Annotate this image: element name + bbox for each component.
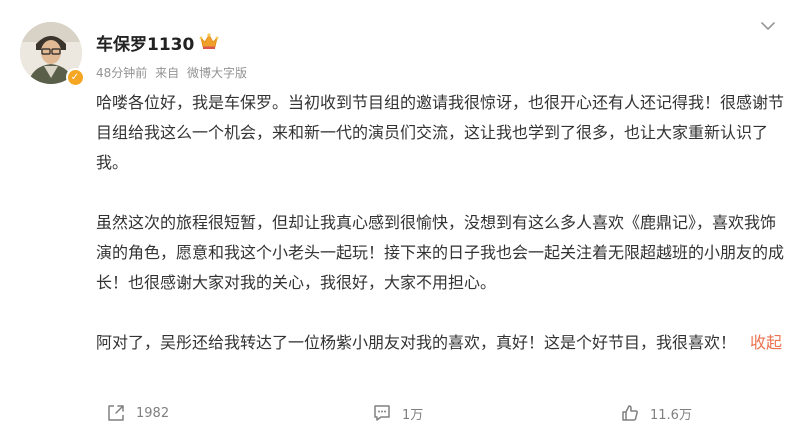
crown-icon[interactable] bbox=[199, 32, 219, 50]
post-time[interactable]: 48分钟前 bbox=[96, 66, 147, 80]
post-paragraph-2: 虽然这次的旅程很短暂，但却让我真心感到很愉快，没想到有这么多人喜欢《鹿鼎记》，喜… bbox=[96, 213, 785, 292]
post-meta: 48分钟前 来自 微博大字版 bbox=[96, 64, 251, 81]
collapse-link[interactable]: 收起 bbox=[750, 333, 782, 352]
username[interactable]: 车保罗1130 bbox=[96, 30, 194, 55]
repost-count: 1982 bbox=[136, 405, 170, 421]
post-paragraph-1: 哈喽各位好，我是车保罗。当初收到节目组的邀请我很惊讶，也很开心还有人还记得我！很… bbox=[96, 93, 785, 172]
repost-icon bbox=[108, 405, 124, 421]
action-bar: 1982 1万 11.6万 bbox=[0, 395, 800, 431]
post-content: 哈喽各位好，我是车保罗。当初收到节目组的邀请我很惊讶，也很开心还有人还记得我！很… bbox=[96, 88, 786, 358]
verified-badge-mark: ✓ bbox=[67, 69, 83, 85]
verified-badge-icon: ✓ bbox=[66, 68, 84, 86]
like-button[interactable]: 11.6万 bbox=[620, 395, 692, 431]
comment-icon bbox=[374, 405, 390, 421]
post-paragraph-3-text: 阿对了，吴彤还给我转达了一位杨紫小朋友对我的喜欢，真好！这是个好节目，我很喜欢！ bbox=[96, 333, 737, 352]
chevron-down-icon[interactable] bbox=[760, 20, 776, 32]
weibo-post-card: ✓ 车保罗1130 48分钟前 来自 微博大字版 哈喽各位好，我是车保罗。当初收… bbox=[0, 0, 800, 445]
post-paragraph-3: 阿对了，吴彤还给我转达了一位杨紫小朋友对我的喜欢，真好！这是个好节目，我很喜欢！… bbox=[96, 328, 786, 358]
comment-count: 1万 bbox=[402, 407, 424, 423]
like-count: 11.6万 bbox=[650, 407, 692, 423]
comment-button[interactable]: 1万 bbox=[372, 395, 423, 431]
thumbs-up-icon bbox=[622, 405, 638, 421]
post-source[interactable]: 微博大字版 bbox=[187, 66, 247, 80]
source-prefix: 来自 bbox=[155, 66, 180, 80]
repost-button[interactable]: 1982 bbox=[106, 395, 169, 431]
